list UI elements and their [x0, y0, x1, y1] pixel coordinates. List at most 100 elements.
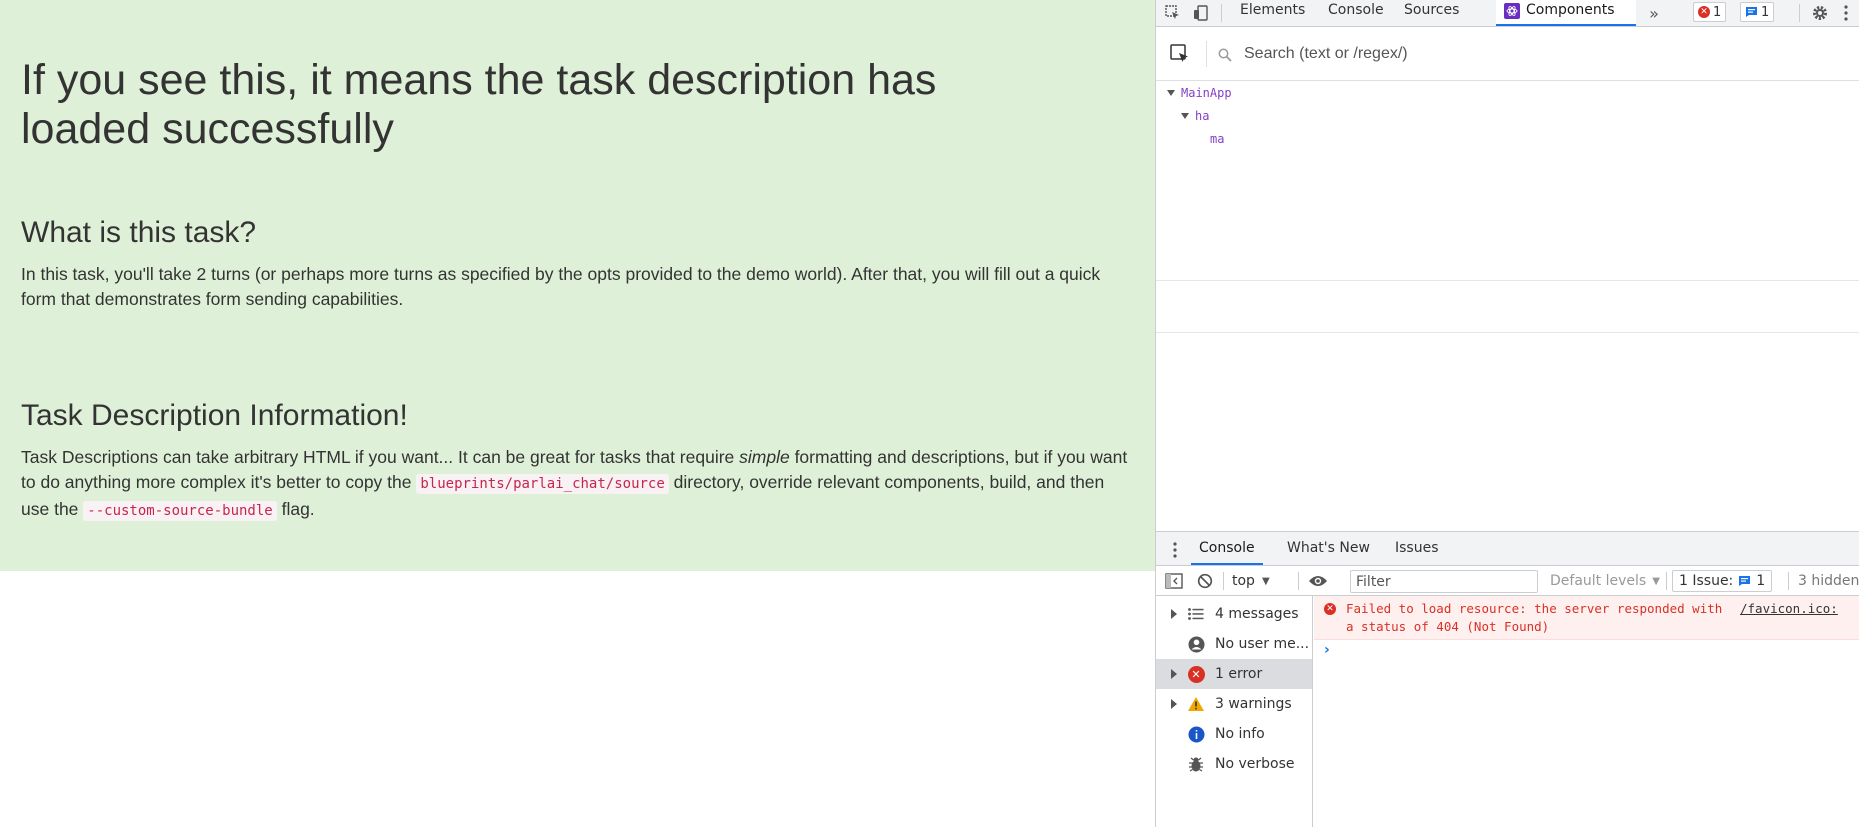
caret-down-icon: ▼ — [1652, 575, 1660, 587]
drawer-menu-button[interactable] — [1173, 542, 1177, 562]
section-text-what-is-this-task: In this task, you'll take 2 turns (or pe… — [21, 264, 1101, 309]
tab-elements[interactable]: Elements — [1232, 0, 1313, 26]
console-prompt[interactable]: › — [1324, 642, 1330, 658]
devtools-tab-bar: Elements Console Sources Components » ✕ … — [1156, 0, 1859, 27]
devtools-panel: Elements Console Sources Components » ✕ … — [1155, 0, 1859, 827]
live-expression-button[interactable] — [1308, 566, 1328, 596]
divider — [1156, 280, 1859, 281]
toolbar-divider — [1221, 4, 1222, 22]
sidebar-item-user-messages[interactable]: No user me... — [1156, 629, 1312, 659]
tree-node-mainapp[interactable]: MainApp — [1167, 83, 1232, 103]
drawer-tab-console[interactable]: Console — [1191, 532, 1263, 565]
kebab-menu-icon — [1173, 542, 1177, 558]
console-toolbar: top ▼ Default levels ▼ 1 Issue: 1 3 hidd… — [1156, 566, 1859, 596]
context-label: top — [1232, 573, 1255, 589]
sidebar-item-label: No user me... — [1215, 636, 1310, 652]
log-levels-dropdown[interactable]: Default levels ▼ — [1550, 566, 1660, 596]
issue-count-badge[interactable]: 1 — [1740, 2, 1775, 22]
page-title: If you see this, it means the task descr… — [21, 56, 937, 153]
search-divider — [1206, 41, 1207, 67]
emphasis-text: simple — [739, 447, 790, 467]
device-icon — [1194, 5, 1208, 21]
error-icon: ✕ — [1187, 665, 1205, 683]
issue-icon — [1746, 7, 1757, 17]
issue-count: 1 — [1761, 4, 1770, 20]
toolbar-divider — [1788, 572, 1789, 590]
sidebar-item-messages[interactable]: 4 messages — [1156, 599, 1312, 629]
user-icon — [1187, 635, 1205, 653]
caret-right-icon — [1171, 609, 1177, 619]
components-search-input[interactable] — [1244, 41, 1804, 67]
tab-components-label: Components — [1526, 2, 1615, 18]
section-text-task-description-info: Task Descriptions can take arbitrary HTM… — [21, 445, 1131, 524]
error-source-link[interactable]: /favicon.ico: — [1740, 600, 1838, 618]
react-icon — [1504, 3, 1520, 19]
code-source-path: blueprints/parlai_chat/source — [416, 474, 669, 494]
task-description-panel: If you see this, it means the task descr… — [0, 0, 1155, 571]
tab-console[interactable]: Console — [1320, 0, 1392, 26]
issue-icon — [1739, 576, 1751, 586]
drawer-tab-issues[interactable]: Issues — [1387, 532, 1447, 565]
select-component-button[interactable] — [1170, 44, 1190, 68]
toolbar-divider — [1799, 4, 1800, 22]
device-toolbar-button[interactable] — [1187, 0, 1215, 26]
tree-node-label: ha — [1195, 109, 1210, 123]
tree-node-label: MainApp — [1181, 86, 1232, 100]
console-error-message[interactable]: ✕ Failed to load resource: the server re… — [1314, 596, 1859, 640]
search-icon — [1218, 47, 1232, 66]
settings-button[interactable] — [1806, 0, 1834, 26]
sidebar-item-info[interactable]: No info — [1156, 719, 1312, 749]
toolbar-divider — [1223, 572, 1224, 590]
caret-down-icon: ▼ — [1261, 575, 1270, 587]
clear-console-button[interactable] — [1197, 566, 1213, 596]
tree-node-ha[interactable]: ha — [1181, 106, 1209, 126]
sidebar-toggle-icon — [1165, 573, 1183, 589]
error-count-badge[interactable]: ✕ 1 — [1693, 2, 1727, 22]
context-selector[interactable]: top ▼ — [1232, 566, 1270, 596]
info-icon — [1187, 725, 1205, 743]
text-fragment: flag. — [276, 499, 315, 519]
clear-icon — [1197, 573, 1213, 589]
error-icon: ✕ — [1324, 603, 1336, 615]
sidebar-item-errors[interactable]: ✕ 1 error — [1156, 659, 1312, 689]
toolbar-divider — [1666, 572, 1667, 590]
caret-down-icon — [1181, 113, 1189, 119]
drawer-tab-bar: Console What's New Issues — [1156, 532, 1859, 566]
more-tabs-button[interactable]: » — [1640, 0, 1668, 26]
warning-icon — [1187, 695, 1205, 713]
console-drawer: Console What's New Issues top ▼ Default … — [1156, 531, 1859, 827]
tab-sources[interactable]: Sources — [1396, 0, 1467, 26]
sidebar-item-label: 4 messages — [1215, 606, 1299, 622]
divider — [1156, 332, 1859, 333]
console-filter-input[interactable] — [1350, 570, 1538, 593]
error-icon: ✕ — [1698, 6, 1710, 18]
inspect-element-button[interactable] — [1159, 0, 1187, 26]
kebab-menu-icon — [1844, 5, 1848, 21]
inspect-cursor-icon — [1170, 44, 1188, 62]
code-flag: --custom-source-bundle — [83, 501, 277, 521]
sidebar-item-label: No info — [1215, 726, 1265, 742]
page-content: If you see this, it means the task descr… — [0, 0, 1155, 827]
more-options-button[interactable] — [1834, 0, 1858, 26]
sidebar-item-verbose[interactable]: No verbose — [1156, 749, 1312, 779]
bug-icon — [1187, 755, 1205, 773]
components-search-bar — [1156, 27, 1859, 81]
caret-down-icon — [1167, 90, 1175, 96]
inspect-cursor-icon — [1165, 5, 1179, 19]
console-sidebar: 4 messages No user me... ✕ 1 error 3 war… — [1156, 596, 1313, 827]
issues-label: 1 Issue: — [1679, 573, 1734, 589]
sidebar-item-warnings[interactable]: 3 warnings — [1156, 689, 1312, 719]
tab-components[interactable]: Components — [1496, 0, 1636, 26]
list-icon — [1187, 605, 1205, 623]
tree-node-ma[interactable]: ma — [1210, 129, 1224, 149]
section-heading-what-is-this-task: What is this task? — [21, 216, 257, 249]
toggle-sidebar-button[interactable] — [1165, 566, 1183, 596]
gear-icon — [1813, 6, 1827, 20]
caret-right-icon — [1171, 669, 1177, 679]
drawer-tab-whats-new[interactable]: What's New — [1279, 532, 1378, 565]
sidebar-item-label: 1 error — [1215, 666, 1263, 682]
section-heading-task-description-info: Task Description Information! — [21, 399, 408, 432]
log-levels-label: Default levels — [1550, 573, 1647, 589]
text-fragment: Task Descriptions can take arbitrary HTM… — [21, 447, 740, 467]
issues-button[interactable]: 1 Issue: 1 — [1672, 570, 1773, 592]
